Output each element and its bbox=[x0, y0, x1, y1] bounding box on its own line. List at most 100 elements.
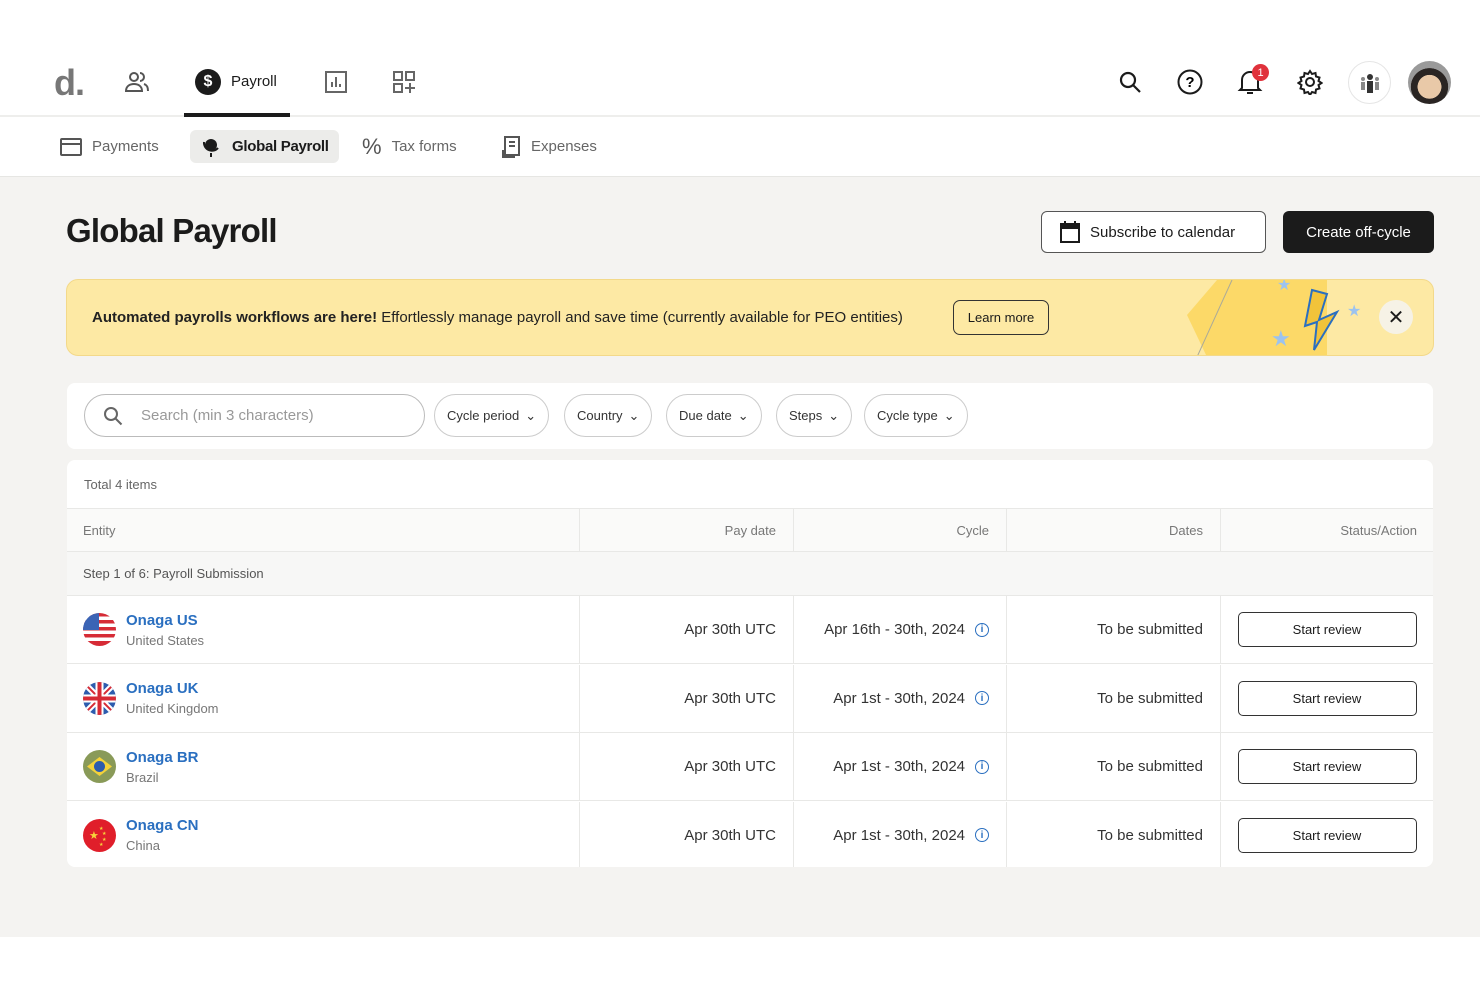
entity-country: China bbox=[126, 838, 199, 853]
search-icon[interactable] bbox=[1116, 68, 1144, 96]
step-group-row: Step 1 of 6: Payroll Submission bbox=[67, 552, 1433, 596]
label: Country bbox=[577, 408, 623, 423]
banner-message: Automated payrolls workflows are here! E… bbox=[92, 309, 903, 326]
pay-date: Apr 30th UTC bbox=[579, 596, 793, 663]
cycle-cell: Apr 1st - 30th, 2024 i bbox=[793, 665, 1006, 732]
start-review-button[interactable]: Start review bbox=[1238, 612, 1417, 647]
total-items: Total 4 items bbox=[84, 460, 157, 508]
action-cell: Start review bbox=[1220, 596, 1433, 663]
close-icon[interactable]: ✕ bbox=[1379, 300, 1413, 334]
label: Tax forms bbox=[392, 138, 457, 155]
header-entity: Entity bbox=[83, 509, 116, 551]
chevron-down-icon: ⌄ bbox=[944, 408, 955, 424]
search-placeholder: Search (min 3 characters) bbox=[141, 407, 314, 424]
receipt-icon bbox=[501, 136, 521, 158]
label: Expenses bbox=[531, 138, 597, 155]
subnav-tax-forms[interactable]: % Tax forms bbox=[352, 130, 467, 163]
chevron-down-icon: ⌄ bbox=[629, 408, 640, 424]
flag-uk-icon bbox=[83, 682, 116, 715]
filter-cycle-type[interactable]: Cycle type⌄ bbox=[864, 394, 968, 437]
info-icon[interactable]: i bbox=[975, 691, 989, 705]
start-review-button[interactable]: Start review bbox=[1238, 749, 1417, 784]
svg-text:★: ★ bbox=[1271, 326, 1291, 351]
entity-cell: ★★★★★ Onaga CN China bbox=[83, 802, 199, 868]
announcement-banner: ★★★ Automated payrolls workflows are her… bbox=[66, 279, 1434, 356]
cycle-cell: Apr 16th - 30th, 2024i bbox=[793, 596, 1006, 663]
action-cell: Start review bbox=[1220, 802, 1433, 868]
payroll-label: Payroll bbox=[231, 73, 277, 90]
filter-bar: Search (min 3 characters) Cycle period⌄ … bbox=[67, 383, 1433, 449]
people-icon[interactable] bbox=[123, 68, 151, 96]
cycle-cell: Apr 1st - 30th, 2024 i bbox=[793, 802, 1006, 868]
nav-tab-payroll[interactable]: $Payroll bbox=[184, 50, 290, 117]
subnav-payments[interactable]: Payments bbox=[50, 130, 169, 163]
table-total-row: Total 4 items bbox=[67, 460, 1433, 509]
info-icon[interactable]: i bbox=[975, 760, 989, 774]
header-status-action: Status/Action bbox=[1220, 509, 1433, 551]
pay-date: Apr 30th UTC bbox=[579, 802, 793, 868]
label: Due date bbox=[679, 408, 732, 423]
search-icon bbox=[103, 406, 123, 426]
cycle-range: Apr 1st - 30th, 2024 bbox=[833, 827, 965, 844]
entity-link[interactable]: Onaga UK bbox=[126, 680, 219, 697]
flag-us-icon bbox=[83, 613, 116, 646]
subscribe-calendar-button[interactable]: Subscribe to calendar bbox=[1041, 211, 1266, 253]
create-off-cycle-button[interactable]: Create off-cycle bbox=[1283, 211, 1434, 253]
chevron-down-icon: ⌄ bbox=[738, 408, 749, 424]
filter-steps[interactable]: Steps⌄ bbox=[776, 394, 852, 437]
action-cell: Start review bbox=[1220, 733, 1433, 800]
page-title: Global Payroll bbox=[66, 212, 277, 250]
dates-status: To be submitted bbox=[1006, 665, 1220, 732]
learn-more-button[interactable]: Learn more bbox=[953, 300, 1049, 335]
help-icon[interactable]: ? bbox=[1176, 68, 1204, 96]
banner-bold: Automated payrolls workflows are here! bbox=[92, 309, 377, 326]
flag-cn-icon: ★★★★★ bbox=[83, 819, 116, 852]
entity-link[interactable]: Onaga BR bbox=[126, 749, 199, 766]
table-row: Onaga US United States Apr 30th UTC Apr 1… bbox=[67, 596, 1433, 664]
label: Subscribe to calendar bbox=[1090, 224, 1235, 241]
user-avatar[interactable] bbox=[1408, 61, 1451, 104]
flag-br-icon bbox=[83, 750, 116, 783]
banner-text: Effortlessly manage payroll and save tim… bbox=[377, 309, 903, 326]
calendar-icon bbox=[1060, 221, 1080, 243]
apps-add-icon[interactable] bbox=[390, 68, 418, 96]
filter-country[interactable]: Country ⌄ bbox=[564, 394, 652, 437]
action-cell: Start review bbox=[1220, 665, 1433, 732]
entity-country: Brazil bbox=[126, 770, 199, 785]
subnav-global-payroll[interactable]: Global Payroll bbox=[190, 130, 339, 163]
entity-link[interactable]: Onaga US bbox=[126, 612, 204, 629]
subnav-expenses[interactable]: Expenses bbox=[491, 130, 607, 163]
team-icon[interactable] bbox=[1348, 61, 1391, 104]
globe-icon bbox=[200, 136, 222, 158]
header-dates: Dates bbox=[1006, 509, 1220, 551]
entity-country: United Kingdom bbox=[126, 701, 219, 716]
cycle-range: Apr 1st - 30th, 2024 bbox=[833, 690, 965, 707]
table-header: Entity Pay date Cycle Dates Status/Actio… bbox=[67, 509, 1433, 552]
logo[interactable]: d. bbox=[54, 62, 84, 104]
entity-cell: Onaga US United States bbox=[83, 596, 204, 663]
settings-icon[interactable] bbox=[1296, 68, 1324, 96]
info-icon[interactable]: i bbox=[975, 623, 989, 637]
info-icon[interactable]: i bbox=[975, 828, 989, 842]
payroll-table: Total 4 items Entity Pay date Cycle Date… bbox=[67, 460, 1433, 867]
dates-status: To be submitted bbox=[1006, 596, 1220, 663]
entity-link[interactable]: Onaga CN bbox=[126, 817, 199, 834]
table-row: ★★★★★ Onaga CN China Apr 30th UTC Apr 1st … bbox=[67, 802, 1433, 868]
reports-icon[interactable] bbox=[322, 68, 350, 96]
label: Payments bbox=[92, 138, 159, 155]
entity-country: United States bbox=[126, 633, 204, 648]
card-icon bbox=[60, 138, 82, 156]
search-input[interactable]: Search (min 3 characters) bbox=[84, 394, 425, 437]
filter-due-date[interactable]: Due date ⌄ bbox=[666, 394, 762, 437]
filter-cycle-period[interactable]: Cycle period ⌄ bbox=[434, 394, 549, 437]
label: Steps bbox=[789, 408, 822, 423]
chevron-down-icon: ⌄ bbox=[525, 408, 536, 424]
start-review-button[interactable]: Start review bbox=[1238, 681, 1417, 716]
step-label: Step 1 of 6: Payroll Submission bbox=[83, 552, 264, 595]
table-row: Onaga BRBrazil Apr 30th UTC Apr 1st - 30… bbox=[67, 733, 1433, 801]
start-review-button[interactable]: Start review bbox=[1238, 818, 1417, 853]
label: Cycle period bbox=[447, 408, 519, 423]
dates-status: To be submitted bbox=[1006, 802, 1220, 868]
header-pay-date: Pay date bbox=[579, 509, 793, 551]
percent-icon: % bbox=[362, 134, 382, 160]
